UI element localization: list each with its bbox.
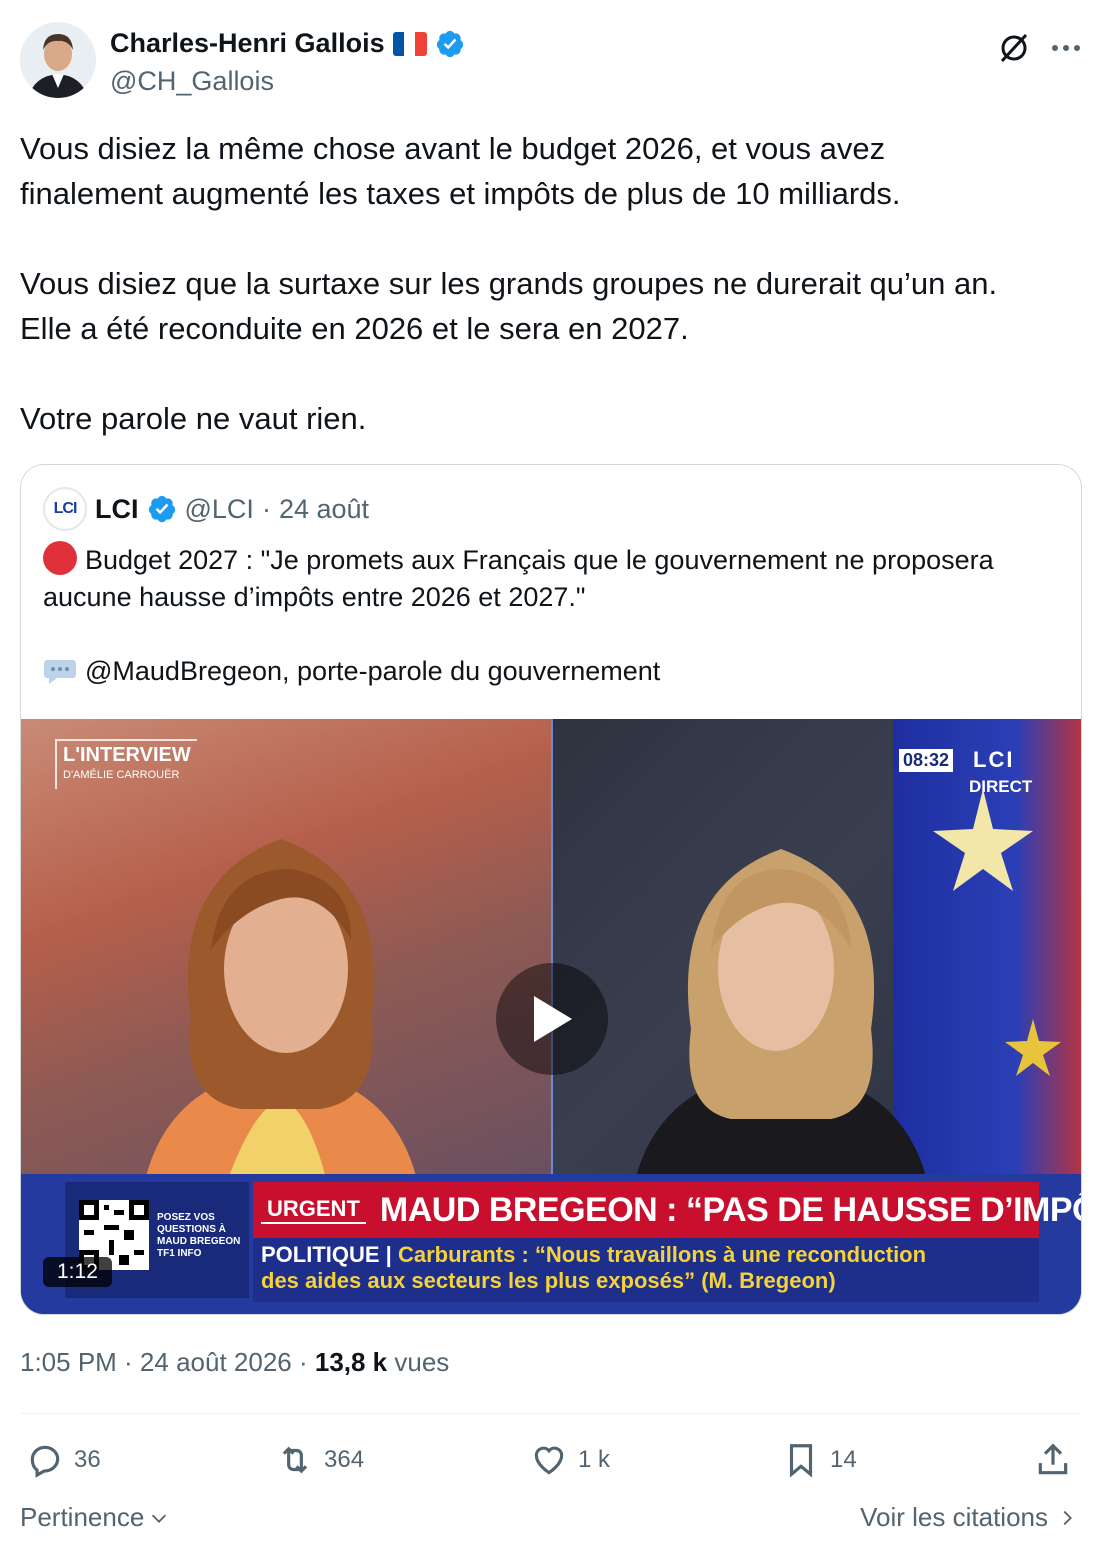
interview-logo-subtitle: D'AMÉLIE CARROUËR	[63, 769, 180, 781]
ticker-line2: des aides aux secteurs les plus exposés”…	[261, 1268, 836, 1293]
repost-button[interactable]: 364	[276, 1434, 364, 1486]
sort-label: Pertinence	[20, 1502, 145, 1532]
live-label: DIRECT	[969, 777, 1033, 796]
quoted-tweet-line2: @MaudBregeon, porte-parole du gouverneme…	[85, 656, 661, 686]
reply-icon	[30, 1445, 60, 1478]
info-ticker: POLITIQUE | Carburants : “Nous travaillo…	[253, 1238, 1039, 1302]
repost-count: 364	[324, 1446, 365, 1473]
qr-caption-text: POSEZ VOS QUESTIONS À MAUD BREGEON	[157, 1212, 241, 1247]
tweet-header: Charles-Henri Gallois @CH_Gallois	[20, 22, 1086, 102]
quoted-tweet-date[interactable]: 24 août	[279, 494, 369, 525]
action-bar: 36 364 1 k 14	[20, 1434, 1082, 1486]
bookmark-icon	[789, 1444, 813, 1478]
share-button[interactable]	[1034, 1434, 1072, 1486]
tweet-text: Vous disiez la même chose avant le budge…	[20, 131, 998, 436]
tweet-meta: 1:05 PM · 24 août 2026 · 13,8 k vues	[20, 1347, 449, 1378]
bookmark-count: 14	[830, 1446, 857, 1473]
france-flag-icon	[392, 31, 427, 56]
author-handle[interactable]: @CH_Gallois	[110, 66, 274, 97]
interview-logo: L'INTERVIEW D'AMÉLIE CARROUËR	[55, 739, 197, 789]
author-name-row[interactable]: Charles-Henri Gallois	[110, 28, 465, 59]
quoted-tweet-header: LCI LCI @LCI · 24 août	[43, 487, 369, 531]
quoted-tweet-line1: Budget 2027 : "Je promets aux Français q…	[43, 545, 1002, 612]
interview-logo-title: L'INTERVIEW	[63, 744, 191, 766]
bookmark-button[interactable]: 14	[782, 1434, 857, 1486]
ticker-line1: Carburants : “Nous travaillons à une rec…	[397, 1242, 927, 1267]
reply-button[interactable]: 36	[26, 1434, 101, 1486]
reply-count: 36	[74, 1446, 101, 1473]
like-button[interactable]: 1 k	[530, 1434, 610, 1486]
chevron-right-icon	[1063, 1510, 1072, 1525]
play-icon	[534, 996, 572, 1042]
lci-avatar[interactable]: LCI	[43, 487, 87, 531]
video-duration: 1:12	[43, 1257, 112, 1287]
share-icon	[1038, 1443, 1068, 1475]
chevron-down-icon	[152, 1514, 167, 1523]
view-quotes-label: Voir les citations	[860, 1502, 1048, 1532]
more-options-icon[interactable]	[1044, 26, 1088, 70]
tweet-timestamp[interactable]: 1:05 PM · 24 août 2026 ·	[20, 1347, 315, 1377]
heart-icon	[534, 1446, 564, 1475]
quoted-tweet-card[interactable]: LCI LCI @LCI · 24 août Budget 2027 : "Je…	[20, 464, 1082, 1315]
view-quotes-link[interactable]: Voir les citations	[860, 1502, 1076, 1533]
play-button[interactable]	[496, 963, 608, 1075]
red-circle-icon	[43, 541, 77, 575]
views-label: vues	[394, 1347, 450, 1377]
news-banner: POSEZ VOS QUESTIONS À MAUD BREGEON TF1 IN…	[21, 1174, 1081, 1314]
sort-dropdown[interactable]: Pertinence	[20, 1502, 170, 1533]
views-count: 13,8 k	[314, 1347, 388, 1377]
like-count: 1 k	[578, 1446, 611, 1473]
verified-badge-icon	[148, 495, 175, 523]
urgent-label: URGENT	[261, 1196, 366, 1224]
urgent-headline-bar: URGENT MAUD BREGEON : “PAS DE HAUSSE D’I…	[253, 1182, 1081, 1238]
video-player[interactable]: L'INTERVIEW D'AMÉLIE CARROUËR 08:32 LCI D…	[21, 719, 1081, 1314]
guest-figure	[631, 849, 931, 1199]
video-split-line	[551, 719, 553, 1174]
divider	[20, 1413, 1082, 1414]
author-name[interactable]: Charles-Henri Gallois	[110, 28, 385, 59]
quoted-author-handle[interactable]: @LCI	[185, 494, 254, 525]
broadcast-clock: 08:32	[899, 749, 954, 772]
ticker-category: POLITIQUE |	[261, 1242, 392, 1267]
reply-footer: Pertinence Voir les citations	[20, 1502, 1082, 1538]
repost-icon	[282, 1446, 308, 1474]
author-avatar[interactable]	[20, 22, 96, 98]
urgent-headline: MAUD BREGEON : “PAS DE HAUSSE D’IMPÔTS”	[379, 1190, 1082, 1229]
verified-badge-icon	[436, 30, 463, 57]
lci-avatar-label: LCI	[53, 500, 78, 517]
qr-brand: TF1 INFO	[157, 1248, 202, 1259]
grok-icon[interactable]	[992, 26, 1036, 70]
quoted-tweet-text: Budget 2027 : "Je promets aux Français q…	[43, 541, 1063, 690]
quoted-author-name[interactable]: LCI	[95, 494, 139, 525]
qr-caption: POSEZ VOS QUESTIONS À MAUD BREGEON TF1 IN…	[157, 1212, 247, 1260]
presenter-figure	[141, 839, 421, 1199]
speech-bubble-icon	[44, 660, 76, 684]
channel-logo: LCI	[973, 747, 1015, 772]
separator-dot: ·	[261, 493, 271, 524]
